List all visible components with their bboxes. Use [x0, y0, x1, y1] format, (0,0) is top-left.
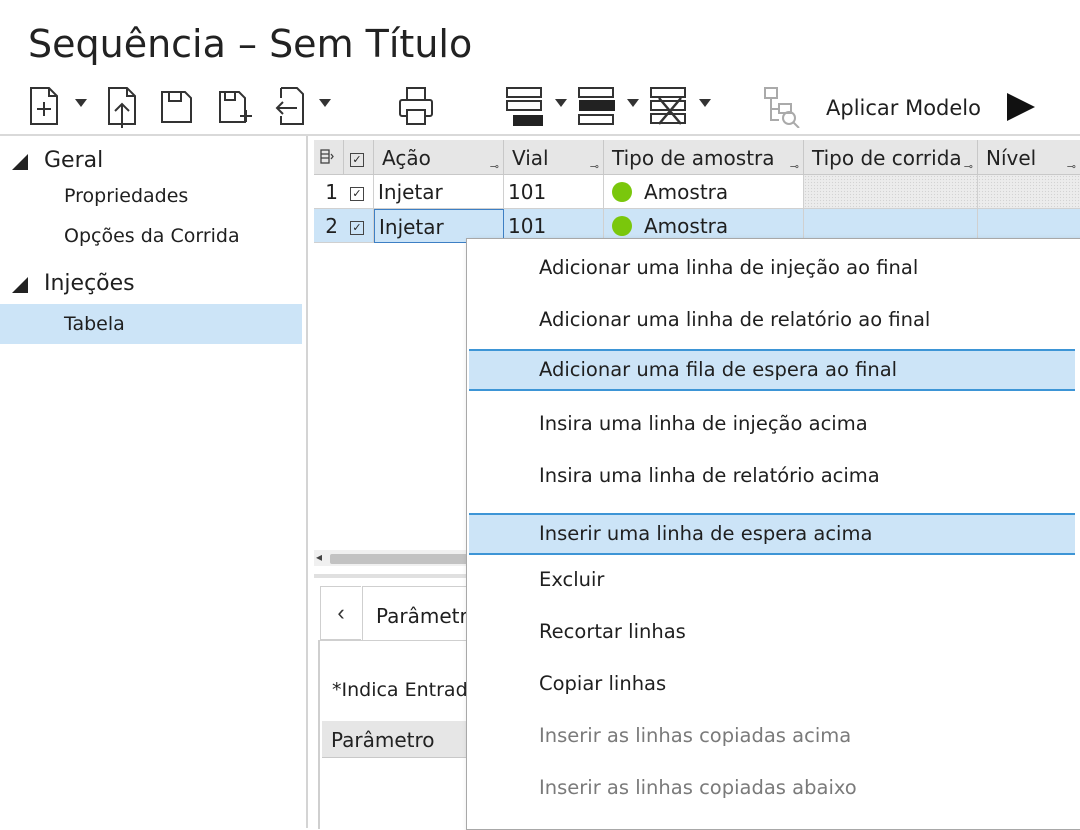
cell-tipo-corrida[interactable] — [804, 175, 978, 209]
delete-row-button[interactable] — [648, 82, 688, 130]
menu-item-add-wait-end[interactable]: Adicionar uma fila de espera ao final — [469, 349, 1075, 391]
insert-row-below-icon — [506, 87, 543, 126]
save-as-button[interactable] — [214, 82, 254, 130]
table-row[interactable]: 1 ✓ Injetar 101 Amostra — [314, 175, 1080, 209]
menu-item-insert-wait-above[interactable]: Inserir uma linha de espera acima — [469, 513, 1075, 555]
save-button[interactable] — [156, 82, 196, 130]
parameters-body: *Indica Entrada Parâmetro V — [318, 640, 487, 829]
page-title: Sequência – Sem Título — [28, 22, 473, 66]
delete-row-dropdown-icon[interactable] — [698, 98, 712, 108]
delete-row-icon — [650, 87, 686, 125]
required-note: *Indica Entrada — [332, 679, 480, 701]
parameters-panel: ‹ Parâmetros *Indica Entrada Parâmetro V — [318, 582, 497, 829]
cell-vial[interactable]: 101 — [504, 175, 604, 209]
import-button[interactable] — [270, 82, 310, 130]
column-header-parametro[interactable]: Parâmetro — [331, 721, 435, 759]
print-button[interactable] — [396, 82, 436, 130]
context-menu: Adicionar uma linha de injeção ao final … — [466, 238, 1080, 830]
new-file-button[interactable] — [24, 82, 64, 130]
column-chooser-icon — [320, 149, 334, 164]
column-header-label: Nível — [986, 146, 1037, 170]
status-dot-icon — [612, 215, 632, 236]
collapse-triangle-icon[interactable] — [12, 276, 28, 293]
insert-row-above-icon — [578, 87, 615, 125]
sidebar-group-label: Injeções — [44, 271, 135, 296]
cell-nivel[interactable] — [978, 175, 1080, 209]
column-header-label: Tipo de corrida — [812, 146, 962, 170]
menu-item-paste-below[interactable]: Inserir as linhas copiadas abaixo — [469, 767, 1075, 809]
open-file-icon — [108, 87, 136, 128]
menu-item-paste-above[interactable]: Inserir as linhas copiadas acima — [469, 715, 1075, 757]
cell-tipo-amostra[interactable]: Amostra — [604, 175, 804, 209]
play-icon[interactable] — [1005, 92, 1037, 122]
column-header-tipo-amostra[interactable]: Tipo de amostra ⊸ — [604, 140, 804, 174]
scroll-left-icon[interactable]: ◂ — [316, 550, 322, 564]
print-icon — [399, 87, 433, 125]
import-dropdown-icon[interactable] — [318, 98, 332, 108]
chevron-left-icon: ‹ — [337, 600, 345, 625]
sidebar-group-label: Geral — [44, 148, 104, 173]
column-header-label: Ação — [382, 146, 431, 170]
menu-item-copy-rows[interactable]: Copiar linhas — [469, 663, 1075, 705]
import-icon — [275, 87, 304, 125]
select-all-checkbox[interactable]: ✓ — [344, 140, 374, 174]
save-as-icon — [219, 91, 252, 123]
column-header-label: Tipo de amostra — [612, 146, 775, 170]
collapse-triangle-icon[interactable] — [12, 153, 28, 170]
apply-template-icon — [764, 87, 800, 128]
menu-item-insert-injection-above[interactable]: Insira uma linha de injeção acima — [469, 403, 1075, 445]
menu-item-cut-rows[interactable]: Recortar linhas — [469, 611, 1075, 653]
column-header-vial[interactable]: Vial ⊸ — [504, 140, 604, 174]
scrollbar-thumb[interactable] — [330, 554, 480, 564]
new-file-icon — [30, 87, 58, 125]
insert-above-dropdown-icon[interactable] — [626, 98, 640, 108]
menu-item-delete[interactable]: Excluir — [469, 559, 1075, 601]
sidebar-item-propriedades[interactable]: Propriedades — [0, 176, 302, 216]
cell-text: Amostra — [644, 180, 729, 204]
sidebar-group-geral[interactable]: Geral — [12, 148, 103, 173]
insert-row-below-button[interactable] — [504, 82, 544, 130]
tab-scroll-left-button[interactable]: ‹ — [320, 586, 361, 640]
row-checkbox[interactable]: ✓ — [344, 209, 374, 243]
horizontal-scrollbar[interactable]: ◂ — [314, 550, 480, 566]
menu-item-add-report-end[interactable]: Adicionar uma linha de relatório ao fina… — [469, 299, 1075, 341]
status-dot-icon — [612, 181, 632, 202]
parameters-header: Parâmetro V — [322, 721, 487, 759]
checkbox-icon: ✓ — [350, 220, 364, 235]
column-header-label: Vial — [512, 146, 549, 170]
insert-row-above-button[interactable] — [576, 82, 616, 130]
apply-template-button[interactable] — [762, 82, 802, 130]
sidebar-item-opcoes-corrida[interactable]: Opções da Corrida — [0, 216, 302, 256]
sidebar-item-tabela[interactable]: Tabela — [0, 304, 302, 344]
checkbox-icon: ✓ — [350, 152, 364, 167]
apply-template-label[interactable]: Aplicar Modelo — [826, 96, 981, 120]
sidebar: Geral Propriedades Opções da Corrida Inj… — [0, 136, 308, 828]
column-header-nivel[interactable]: Nível ⊸ — [978, 140, 1080, 174]
column-header-acao[interactable]: Ação ⊸ — [374, 140, 504, 174]
row-checkbox[interactable]: ✓ — [344, 175, 374, 209]
row-number: 2 — [314, 209, 344, 243]
sidebar-group-injecoes[interactable]: Injeções — [12, 271, 135, 296]
open-file-button[interactable] — [102, 82, 142, 130]
cell-acao[interactable]: Injetar — [374, 175, 504, 209]
new-file-dropdown-icon[interactable] — [74, 98, 88, 108]
save-icon — [161, 91, 192, 123]
checkbox-icon: ✓ — [350, 186, 364, 201]
column-header-tipo-corrida[interactable]: Tipo de corrida ⊸ — [804, 140, 978, 174]
row-number: 1 — [314, 175, 344, 209]
cell-text: Amostra — [644, 214, 729, 238]
table-header: ✓ Ação ⊸ Vial ⊸ Tipo de amostra ⊸ Tipo de c… — [314, 140, 1080, 175]
menu-item-add-injection-end[interactable]: Adicionar uma linha de injeção ao final — [469, 247, 1075, 289]
panel-splitter[interactable] — [314, 574, 474, 578]
menu-item-insert-report-above[interactable]: Insira uma linha de relatório acima — [469, 455, 1075, 497]
column-chooser-button[interactable] — [314, 140, 344, 174]
insert-below-dropdown-icon[interactable] — [554, 98, 568, 108]
